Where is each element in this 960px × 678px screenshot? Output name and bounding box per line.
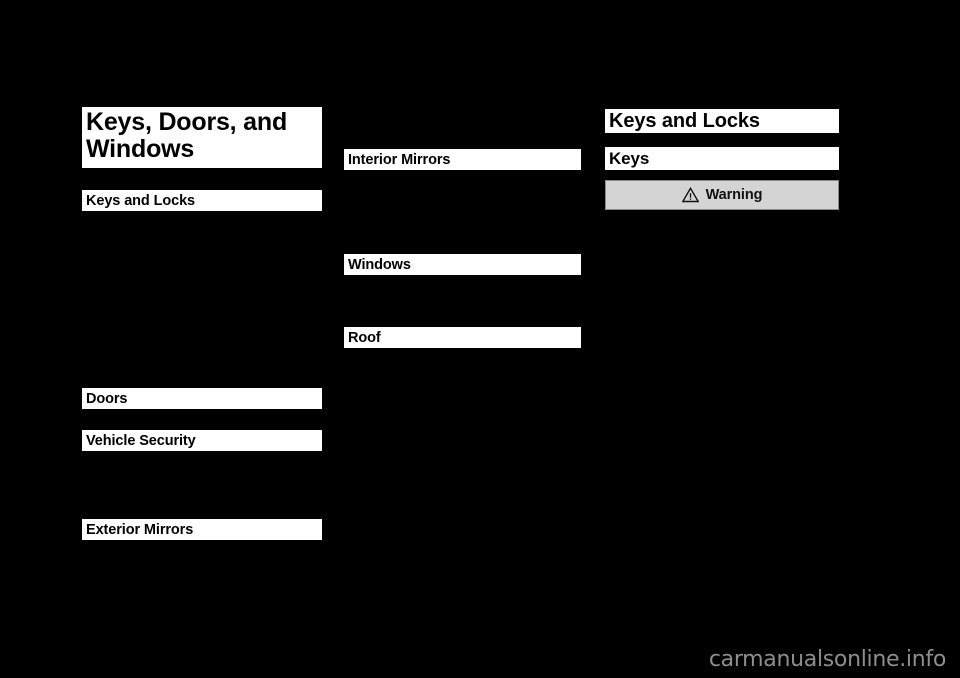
column-middle: Interior Mirrors Windows Roof: [344, 0, 581, 678]
subsection-heading-keys: Keys: [609, 148, 650, 168]
section-heading-keys-and-locks: Keys and Locks: [609, 109, 760, 132]
manual-page: Keys, Doors, and Windows Keys and Locks …: [0, 0, 960, 678]
section-label-roof: Roof: [348, 329, 381, 346]
section-label-windows: Windows: [348, 256, 411, 273]
column-left: Keys, Doors, and Windows Keys and Locks …: [82, 0, 322, 678]
warning-triangle-icon: [681, 186, 700, 203]
section-bar-windows[interactable]: Windows: [344, 254, 581, 275]
warning-callout: Warning: [605, 180, 839, 210]
section-bar-exterior-mirrors[interactable]: Exterior Mirrors: [82, 519, 322, 540]
warning-label: Warning: [705, 187, 763, 203]
section-label-exterior-mirrors: Exterior Mirrors: [86, 521, 194, 538]
section-bar-vehicle-security[interactable]: Vehicle Security: [82, 430, 322, 451]
section-label-vehicle-security: Vehicle Security: [86, 432, 196, 449]
section-label-doors: Doors: [86, 390, 128, 407]
section-bar-roof[interactable]: Roof: [344, 327, 581, 348]
chapter-title-bar: Keys, Doors, and Windows: [82, 107, 322, 168]
section-bar-doors[interactable]: Doors: [82, 388, 322, 409]
section-bar-keys-and-locks[interactable]: Keys and Locks: [82, 190, 322, 211]
watermark-text: carmanualsonline.info: [708, 647, 946, 672]
section-bar-keys-and-locks-heading: Keys and Locks: [605, 109, 839, 133]
section-label-keys-and-locks: Keys and Locks: [86, 192, 196, 209]
section-bar-interior-mirrors[interactable]: Interior Mirrors: [344, 149, 581, 170]
chapter-title-text: Keys, Doors, and Windows: [86, 108, 288, 163]
column-right: Keys and Locks Keys Warning: [605, 0, 839, 678]
section-label-interior-mirrors: Interior Mirrors: [348, 151, 451, 168]
subsection-bar-keys: Keys: [605, 147, 839, 170]
